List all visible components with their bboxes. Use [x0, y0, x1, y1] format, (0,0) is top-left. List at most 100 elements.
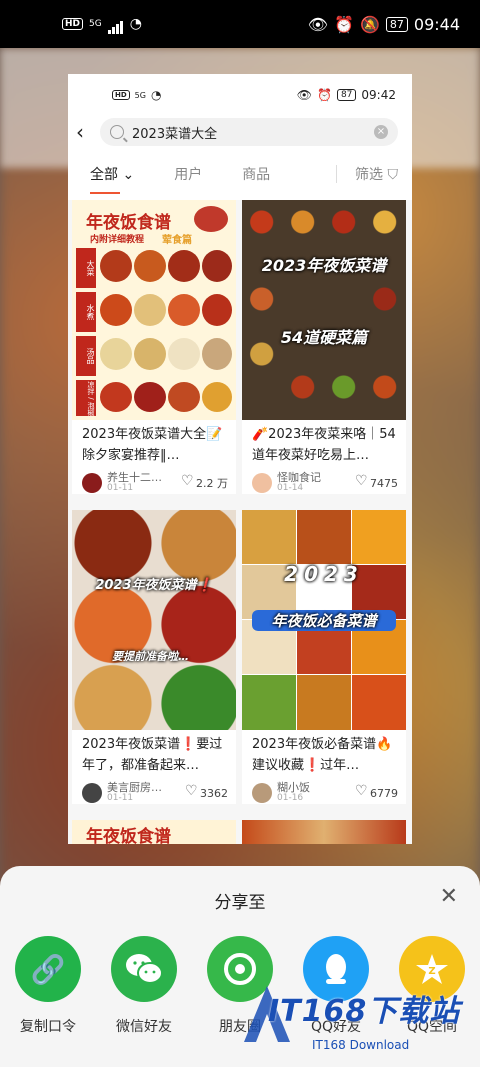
results-grid: 年夜饭食谱 内附详细教程 荤食篇 大菜 水煮 汤品 凉拌 / 泡椒 2023年夜…	[68, 200, 412, 844]
tab-bar: 全部 ⌄ 用户 商品 筛选 ⛉	[68, 148, 412, 200]
post-title: 2023年夜饭菜谱大全📝除夕家宴推荐‖…	[82, 427, 223, 463]
post-image: 2023年夜饭菜谱❗ 要提前准备啦…	[72, 510, 236, 730]
post-title: 2023年夜饭菜谱❗要过年了，都准备起来…	[82, 737, 223, 773]
post-card-partial[interactable]: 年夜饭食谱	[72, 820, 236, 844]
avatar[interactable]	[82, 473, 102, 493]
signal-icon: 5G	[89, 19, 102, 29]
mute-icon: 🔕	[359, 14, 380, 34]
like-button[interactable]: 2.2 万	[181, 473, 228, 491]
image-sub: 54道硬菜篇	[280, 328, 368, 347]
like-count: 2.2 万	[196, 477, 228, 490]
hd-badge: HD	[62, 18, 84, 30]
wifi-icon: ◔	[150, 88, 162, 102]
avatar[interactable]	[252, 473, 272, 493]
clock: 09:44	[413, 14, 460, 34]
dish-table: 大菜 水煮 汤品 凉拌 / 泡椒	[76, 248, 232, 416]
avatar[interactable]	[82, 783, 102, 803]
search-row: ‹ 2023菜谱大全 ×	[68, 116, 412, 148]
author-name[interactable]: 养生十二…	[107, 472, 162, 483]
post-meta: 怪咖食记01-14 7475	[242, 466, 406, 494]
post-card[interactable]: 2023年夜饭菜谱 54道硬菜篇 🧨2023年夜菜来咯｜54道年夜菜好吃易上… …	[242, 200, 406, 494]
battery-icon: 87	[385, 16, 408, 32]
link-icon: 🔗	[15, 936, 81, 1002]
alarm-icon: ⏰	[317, 88, 332, 102]
inner-status-bar: HD 5G ◔ 👁 ⏰ 87 09:42	[68, 74, 412, 116]
post-card[interactable]: 年夜饭食谱 内附详细教程 荤食篇 大菜 水煮 汤品 凉拌 / 泡椒 2023年夜…	[72, 200, 236, 494]
back-icon[interactable]: ‹	[76, 120, 100, 144]
post-date: 01-11	[107, 793, 134, 803]
signal-bars-icon	[107, 15, 124, 34]
clear-icon[interactable]: ×	[374, 125, 388, 139]
row-label: 大菜	[76, 248, 96, 288]
image-heading: 年夜饭食谱	[86, 827, 171, 844]
close-icon[interactable]: ✕	[440, 884, 458, 909]
like-button[interactable]: 3362	[185, 783, 228, 800]
share-label: 复制口令	[20, 1019, 76, 1035]
hd-badge: HD	[112, 90, 130, 100]
author-name[interactable]: 怪咖食记	[277, 472, 321, 483]
post-date: 01-16	[277, 793, 304, 803]
author-name[interactable]: 糊小饭	[277, 782, 310, 793]
like-button[interactable]: 6779	[355, 783, 398, 800]
wifi-icon: ◔	[129, 16, 142, 32]
post-card[interactable]: 2023 年夜饭必备菜谱 2023年夜饭必备菜谱🔥建议收藏❗过年… 糊小饭 01-…	[242, 510, 406, 804]
image-sub: 年夜饭必备菜谱	[252, 610, 396, 631]
post-meta: 养生十二…01-11 2.2 万	[72, 466, 236, 494]
like-button[interactable]: 7475	[355, 473, 398, 490]
filter-button[interactable]: 筛选 ⛉	[355, 164, 398, 184]
search-icon	[110, 125, 124, 139]
row-label: 水煮	[76, 292, 96, 332]
heart-icon	[181, 473, 194, 489]
share-sheet-title: 分享至	[214, 893, 266, 913]
search-query: 2023菜谱大全	[132, 126, 218, 142]
post-meta: 糊小饭01-16 6779	[242, 776, 406, 804]
share-wechat-friend[interactable]: 微信好友	[96, 936, 192, 1036]
image-sub: 要提前准备啦…	[112, 650, 189, 663]
like-count: 7475	[370, 476, 398, 490]
post-image: 年夜饭食谱 内附详细教程 荤食篇 大菜 水煮 汤品 凉拌 / 泡椒	[72, 200, 236, 420]
author-name[interactable]: 美言厨房…	[107, 782, 162, 793]
watermark-text: IT168下载站	[268, 994, 461, 1029]
wechat-icon	[111, 936, 177, 1002]
post-card-partial[interactable]	[242, 820, 406, 844]
tab-products[interactable]: 商品	[242, 164, 270, 184]
post-title: 🧨2023年夜菜来咯｜54道年夜菜好吃易上…	[252, 427, 396, 463]
image-heading: 2023年夜饭菜谱❗	[95, 578, 213, 593]
avatar[interactable]	[252, 783, 272, 803]
dish-icon	[194, 206, 228, 232]
heart-icon	[355, 473, 368, 489]
row-label: 凉拌 / 泡椒	[76, 380, 96, 416]
eye-icon: 👁	[296, 88, 312, 102]
battery-icon: 87	[336, 89, 357, 101]
post-card[interactable]: 2023年夜饭菜谱❗ 要提前准备啦… 2023年夜饭菜谱❗要过年了，都准备起来……	[72, 510, 236, 804]
search-input[interactable]: 2023菜谱大全 ×	[100, 118, 398, 146]
svg-text:Z: Z	[428, 966, 435, 977]
image-heading: 2023	[284, 562, 364, 586]
image-tag: 荤食篇	[162, 235, 192, 246]
signal-icon: 5G	[134, 90, 146, 100]
alarm-icon: ⏰	[334, 14, 354, 34]
clock: 09:42	[361, 88, 396, 102]
divider	[336, 165, 338, 183]
share-label: 微信好友	[116, 1019, 172, 1035]
post-image: 2023年夜饭菜谱 54道硬菜篇	[242, 200, 406, 420]
heart-icon	[185, 783, 198, 799]
heart-icon	[355, 783, 368, 799]
image-sub: 内附详细教程	[90, 235, 145, 245]
screenshot-preview-card[interactable]: HD 5G ◔ 👁 ⏰ 87 09:42 ‹ 2023菜谱大全 × 全部 ⌄ 用…	[68, 74, 412, 844]
image-heading: 2023年夜饭菜谱	[261, 256, 387, 275]
watermark: IT168下载站 IT168 Download	[238, 978, 478, 1058]
status-bar: HD 5G ◔ 👁 ⏰ 🔕 87 09:44	[0, 0, 480, 48]
share-copy-link[interactable]: 🔗 复制口令	[0, 936, 96, 1036]
post-date: 01-11	[107, 483, 134, 493]
post-title: 2023年夜饭必备菜谱🔥建议收藏❗过年…	[252, 737, 393, 773]
watermark-subtext: IT168 Download	[312, 1038, 410, 1052]
image-heading: 年夜饭食谱	[86, 213, 171, 233]
tab-all[interactable]: 全部 ⌄	[90, 164, 134, 194]
tab-users[interactable]: 用户	[174, 164, 202, 184]
eye-icon: 👁	[307, 14, 329, 34]
post-date: 01-14	[277, 483, 304, 493]
post-meta: 美言厨房…01-11 3362	[72, 776, 236, 804]
like-count: 3362	[200, 786, 228, 800]
row-label: 汤品	[76, 336, 96, 376]
